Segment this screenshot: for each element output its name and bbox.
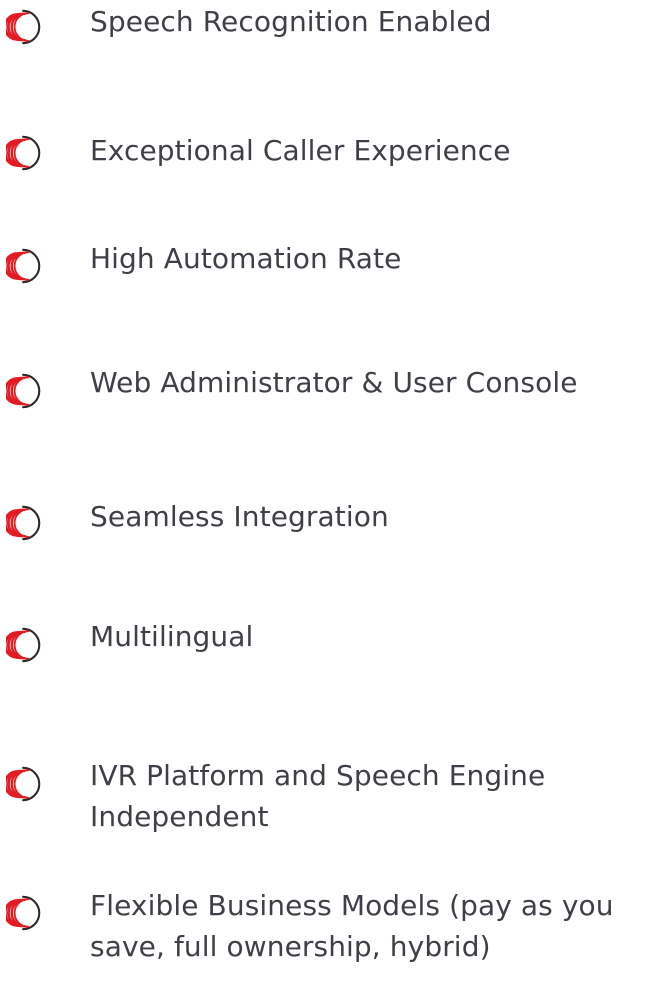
feature-list: Speech Recognition Enabled Exceptional C… — [0, 0, 647, 983]
feature-label: Exceptional Caller Experience — [90, 134, 511, 167]
brand-swirl-icon — [6, 134, 44, 172]
feature-label: Speech Recognition Enabled — [90, 5, 492, 38]
brand-swirl-icon — [6, 626, 44, 664]
feature-label: Seamless Integration — [90, 500, 389, 533]
feature-label: Multilingual — [90, 620, 254, 653]
brand-swirl-icon — [6, 247, 44, 285]
feature-label: High Automation Rate — [90, 242, 402, 275]
feature-label: IVR Platform and Speech Engine Independe… — [90, 759, 546, 833]
feature-label: Web Administrator & User Console — [90, 366, 578, 399]
brand-swirl-icon — [6, 765, 44, 803]
feature-label: Flexible Business Models (pay as you sav… — [90, 889, 614, 963]
brand-swirl-icon — [6, 372, 44, 410]
brand-swirl-icon — [6, 8, 44, 46]
brand-swirl-icon — [6, 894, 44, 932]
brand-swirl-icon — [6, 504, 44, 542]
